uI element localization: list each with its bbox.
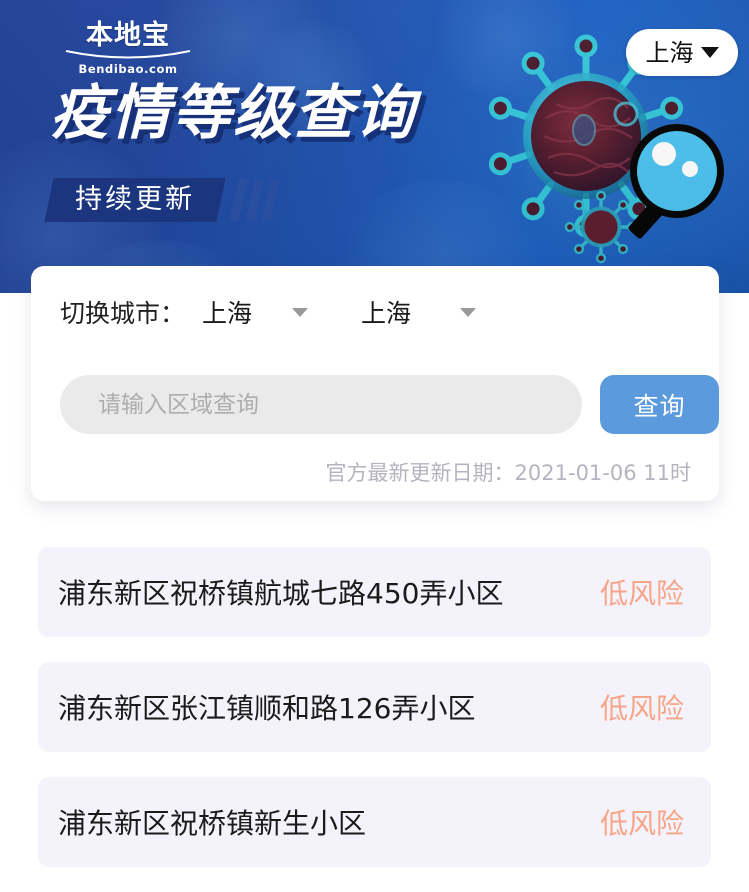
table-row[interactable]: 浦东新区张江镇顺和路126弄小区 低风险 [38,662,711,752]
city-switch-row: 切换城市： 上海 上海 [60,294,477,330]
result-area-name: 浦东新区祝桥镇航城七路450弄小区 [58,577,504,610]
banner-decorative-bars [229,179,280,221]
province-select[interactable]: 上海 [202,294,309,330]
table-row[interactable]: 浦东新区祝桥镇航城七路450弄小区 低风险 [38,547,711,637]
search-card: 切换城市： 上海 上海 查询 官方最新更新日期：2021-01-06 11时 [31,266,719,501]
table-row[interactable]: 浦东新区祝桥镇新生小区 低风险 [38,777,711,867]
city-select-value: 上海 [361,299,412,328]
area-search-input[interactable] [60,375,582,434]
update-date-text: 官方最新更新日期：2021-01-06 11时 [325,461,691,485]
query-button[interactable]: 查询 [600,375,719,434]
result-list: 浦东新区祝桥镇航城七路450弄小区 低风险 浦东新区张江镇顺和路126弄小区 低… [38,547,711,892]
hero-banner: 本地宝 Bendibao.com 上海 疫情等级查询 持续更新 [0,0,749,293]
city-selector-label: 上海 [645,38,694,67]
logo-swoosh-icon [65,50,191,59]
chevron-down-icon [460,307,477,317]
status-badge: 低风险 [599,577,684,610]
province-select-value: 上海 [202,299,253,328]
magnifier-icon [628,124,724,239]
banner-subtitle-group: 持续更新 [44,178,280,222]
site-logo[interactable]: 本地宝 Bendibao.com [62,22,194,76]
status-badge: 低风险 [599,692,684,725]
city-selector-pill[interactable]: 上海 [626,29,738,76]
status-badge: 低风险 [599,807,684,840]
result-area-name: 浦东新区张江镇顺和路126弄小区 [58,692,476,725]
switch-city-label: 切换城市： [60,299,186,328]
banner-subtitle-badge: 持续更新 [44,178,226,222]
banner-subtitle-text: 持续更新 [75,184,196,215]
city-select[interactable]: 上海 [361,294,477,330]
chevron-down-icon [700,47,719,58]
logo-text-en: Bendibao.com [78,62,178,76]
chevron-down-icon [292,307,309,317]
result-area-name: 浦东新区祝桥镇新生小区 [58,807,367,840]
logo-text-cn: 本地宝 [86,20,170,51]
banner-headline: 疫情等级查询 [50,78,417,147]
